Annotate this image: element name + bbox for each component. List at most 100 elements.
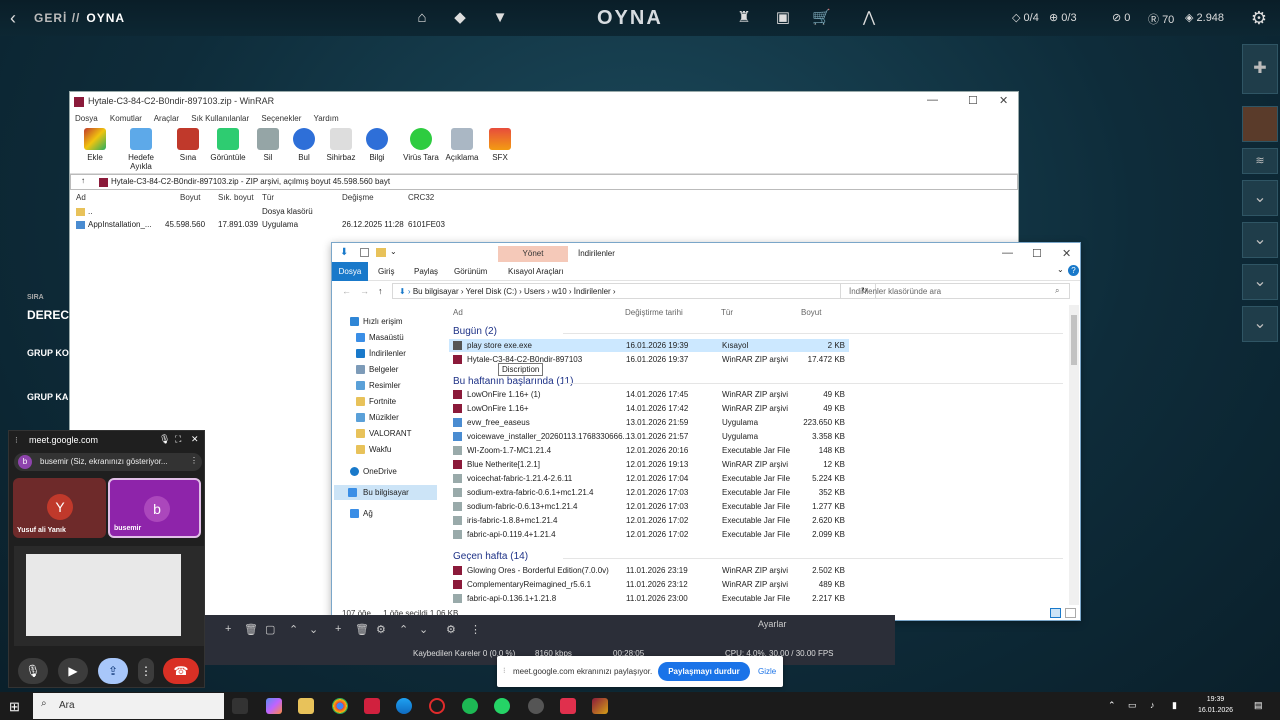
down-icon[interactable]: ⌄ [419,623,428,636]
scrollbar-thumb[interactable] [1071,315,1077,365]
nav-quick-access[interactable]: Hızlı erişim [350,314,440,329]
list-item[interactable]: iris-fabric-1.8.8+mc1.21.4 12.01.2026 17:… [449,514,849,527]
participant-tile[interactable]: b busemir [108,478,201,538]
address-segment[interactable]: Yerel Disk (C:) [466,287,517,296]
winrar-title-bar[interactable]: Hytale-C3-84-C2-B0ndir-897103.zip - WinR… [70,92,1018,112]
virus-scan-button[interactable]: Virüs Tara [398,128,444,162]
new-folder-icon[interactable] [376,248,386,257]
up-icon[interactable]: ↑ [378,286,383,296]
explorer-title-bar[interactable]: ⬇ ⌄ Yönet İndirilenler — ☐ ✕ [332,243,1080,262]
up-icon[interactable]: ⌃ [289,623,298,636]
network-icon[interactable]: ▭ [1128,700,1137,711]
list-item[interactable]: WI-Zoom-1.7-MC1.21.4 12.01.2026 20:16 Exec… [449,444,849,457]
participant-tile[interactable]: Y Yusuf ali Yanık [13,478,106,538]
more-icon[interactable]: ⋮ [190,456,198,465]
explorer-window[interactable]: ⬇ ⌄ Yönet İndirilenler — ☐ ✕ Dosya Giriş… [331,242,1081,621]
header-type[interactable]: Tür [721,308,733,317]
gear-icon[interactable]: ⚙ [1250,9,1268,27]
party-slot-icon[interactable]: ⌄ [1242,264,1278,300]
notification-icon[interactable]: ▤ [1254,700,1263,711]
search-icon[interactable]: ⌕ [1055,286,1059,296]
rank-icon[interactable]: ⋀ [860,9,878,27]
menu-favoriler[interactable]: Sık Kullanılanlar [191,114,249,123]
spotify-icon[interactable] [462,698,478,714]
col-modified[interactable]: Değişme [342,193,374,202]
help-icon[interactable]: ? [1068,265,1079,276]
transition-icon[interactable]: ⚙ [446,623,456,636]
group-this-week[interactable]: Bu haftanın başlarında (11) [453,376,1066,387]
address-segment[interactable]: İndirilenler [574,287,611,296]
end-call-icon[interactable]: ☎ [163,658,199,684]
nav-valorant[interactable]: VALORANT [356,426,446,441]
down-icon[interactable]: ⌄ [309,623,318,636]
minimize-icon[interactable]: — [1002,247,1013,259]
minimize-icon[interactable]: — [927,94,938,106]
nav-this-pc[interactable]: Bu bilgisayar [334,485,437,500]
menu-yardim[interactable]: Yardım [313,114,338,123]
sfx-button[interactable]: SFX [477,128,523,162]
obs-icon[interactable] [528,698,544,714]
party-slot-icon[interactable]: ⌄ [1242,306,1278,342]
meet-pip[interactable]: ⁝ meet.google.com 🎙 ⛶ ✕ b busemir (Siz, … [8,430,205,688]
header-size[interactable]: Boyut [801,308,821,317]
file-explorer-icon[interactable] [298,698,314,714]
gear-icon[interactable]: ⚙ [376,623,386,636]
address-segment[interactable]: w10 [552,287,567,296]
chevron-down-icon[interactable]: ⌄ [390,247,397,256]
clock[interactable]: 19:39 16.01.2026 [1198,694,1233,716]
adobe-icon[interactable] [364,698,380,714]
tab-share[interactable]: Paylaş [414,267,438,276]
collection-icon[interactable]: ♜ [735,9,753,27]
square-icon[interactable]: ▢ [265,623,275,636]
task-view-icon[interactable] [232,698,248,714]
address-segment[interactable]: Users [524,287,545,296]
header-name[interactable]: Ad [453,308,463,317]
trash-icon[interactable]: 🗑 [244,623,258,636]
tab-shortcut-tools[interactable]: Kısayol Araçları [508,267,564,276]
table-row[interactable]: .. Dosya klasörü [70,206,1018,219]
signal-icon[interactable]: ≋ [1242,148,1278,174]
forward-icon[interactable]: → [360,286,369,296]
list-item[interactable]: ComplementaryReimagined_r5.6.1 11.01.2026… [449,578,849,591]
tab-view[interactable]: Görünüm [454,267,487,276]
edge-icon[interactable] [396,698,412,714]
list-item[interactable]: Blue Netherite[1.2.1] 12.01.2026 19:13 Win… [449,458,849,471]
present-icon[interactable]: ⇪ [98,658,128,684]
list-item[interactable]: fabric-api-0.119.4+1.21.4 12.01.2026 17:0… [449,528,849,541]
opera-icon[interactable] [429,698,445,714]
nav-wakfu[interactable]: Wakfu [356,442,446,457]
info-button[interactable]: Bilgi [354,128,400,162]
nav-documents[interactable]: Belgeler [356,362,446,377]
list-item[interactable]: voicewave_installer_20260113.1768330666.… [449,430,849,443]
list-item[interactable]: voicechat-fabric-1.21.4-2.6.11 12.01.2026… [449,472,849,485]
party-slot-icon[interactable]: ⌄ [1242,222,1278,258]
nav-fortnite[interactable]: Fortnite [356,394,446,409]
store-icon[interactable]: 🛒 [812,9,831,27]
expand-icon[interactable]: ⛶ [175,434,181,445]
col-type[interactable]: Tür [262,193,274,202]
battlepass-icon[interactable]: ▣ [774,9,792,27]
windows-icon[interactable]: ⊞ [9,699,20,715]
breadcrumb[interactable]: GERİ // OYNA [34,11,125,25]
search-input[interactable]: ⌕ Ara [33,693,224,719]
list-item[interactable]: evw_free_easeus 13.01.2026 21:59 Uygulama 2… [449,416,849,429]
avatar[interactable] [1242,106,1278,142]
nav-music[interactable]: Müzikler [356,410,446,425]
settings-button[interactable]: Ayarlar [758,619,786,629]
nav-onedrive[interactable]: OneDrive [350,464,440,479]
chrome-icon[interactable] [332,698,348,714]
add-icon[interactable]: + [225,623,231,635]
back-icon[interactable]: ← [342,286,351,296]
menu-komutlar[interactable]: Komutlar [110,114,142,123]
whatsapp-icon[interactable] [494,698,510,714]
group-last-week[interactable]: Geçen hafta (14) [453,551,1064,562]
col-packed[interactable]: Sık. boyut [218,193,254,202]
menu-secenekler[interactable]: Seçenekler [261,114,301,123]
add-button[interactable]: Ekle [72,128,118,162]
speaker-icon[interactable]: ♪ [1150,700,1155,710]
nav-desktop[interactable]: Masaüstü [356,330,446,345]
col-name[interactable]: Ad [76,193,86,202]
up-icon[interactable]: ⌃ [399,623,408,636]
list-item[interactable]: LowOnFire 1.16+ (1) 14.01.2026 17:45 WinRA… [449,388,849,401]
list-item[interactable]: sodium-extra-fabric-0.6.1+mc1.21.4 12.01.… [449,486,849,499]
